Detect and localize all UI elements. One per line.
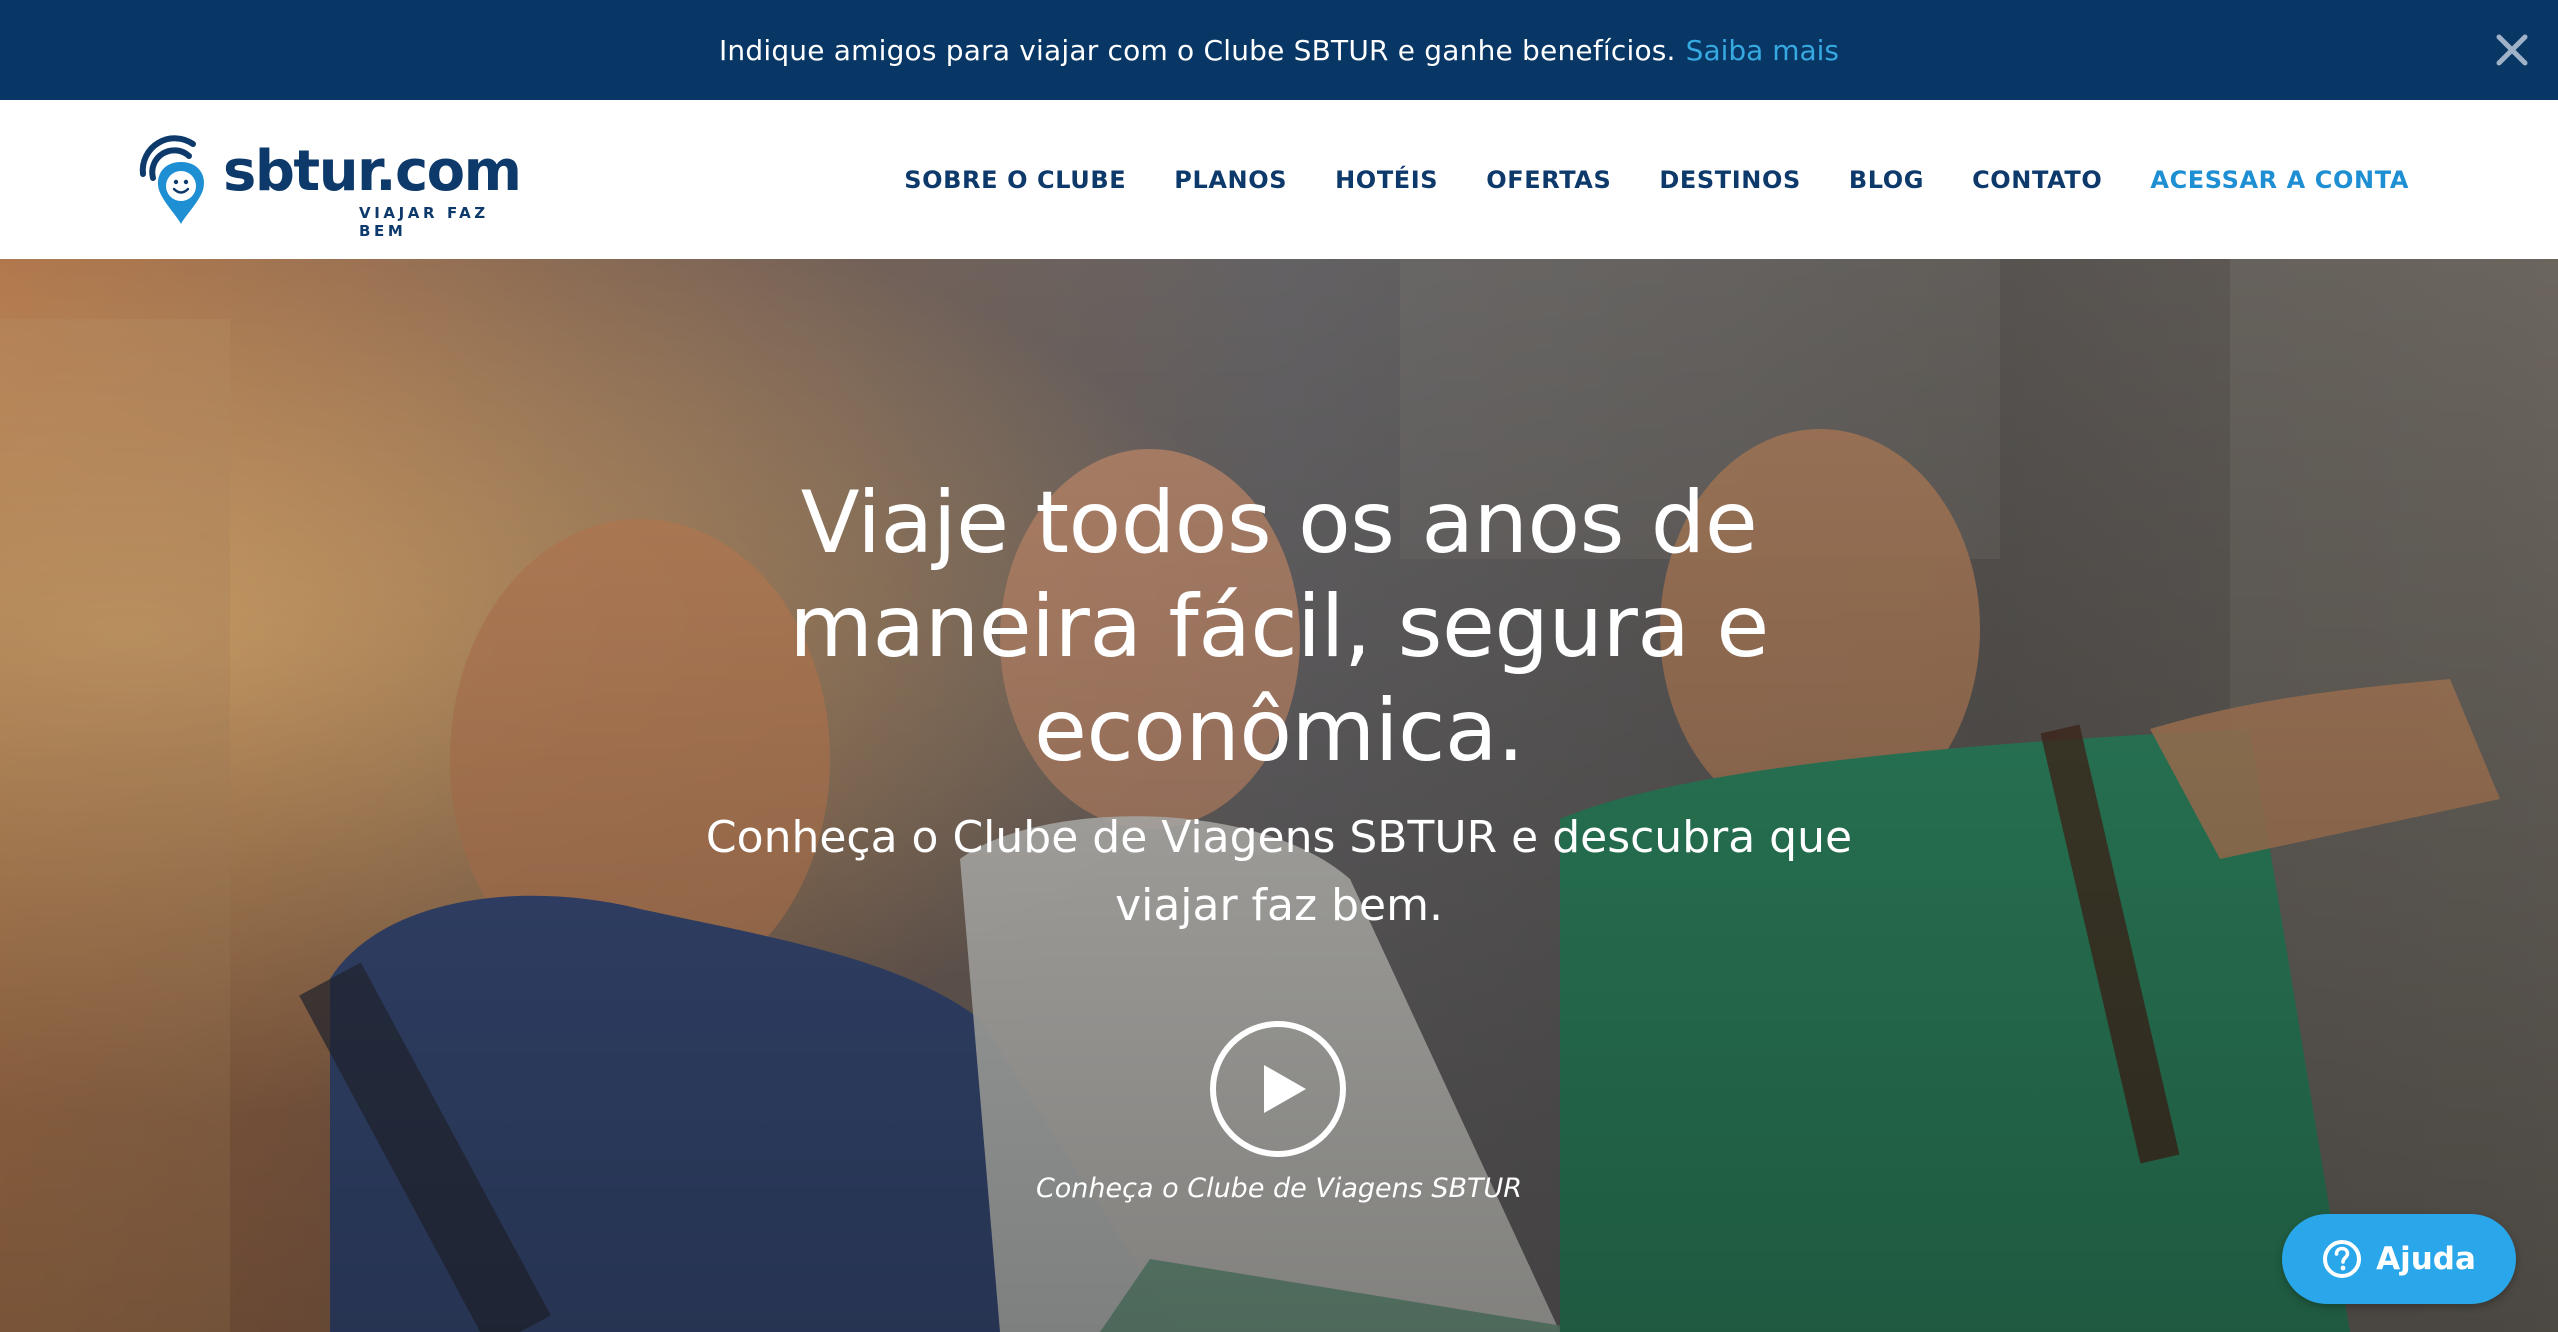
hero-title-line: Viaje todos os anos de — [800, 473, 1758, 573]
promo-close-button[interactable] — [2484, 22, 2540, 78]
nav-item-destinos[interactable]: DESTINOS — [1659, 166, 1800, 194]
question-icon — [2323, 1240, 2362, 1278]
main-nav: SOBRE O CLUBE PLANOS HOTÉIS OFERTAS DEST… — [856, 100, 2409, 259]
location-pin-smile-icon — [139, 135, 205, 224]
promo-banner: Indique amigos para viajar com o Clube S… — [0, 0, 2558, 100]
hero-subtitle: Conheça o Clube de Viagens SBTUR e descu… — [0, 804, 2558, 940]
video-caption: Conheça o Clube de Viagens SBTUR — [1035, 1173, 1523, 1204]
brand-tagline: VIAJAR FAZ BEM — [359, 204, 489, 240]
promo-text: Indique amigos para viajar com o Clube S… — [718, 33, 1676, 67]
hero-title-line: maneira fácil, segura e — [789, 577, 1769, 677]
play-video-button[interactable] — [1208, 1019, 1348, 1159]
help-label: Ajuda — [2376, 1241, 2476, 1277]
help-button[interactable]: Ajuda — [2282, 1214, 2516, 1304]
nav-item-blog[interactable]: BLOG — [1849, 166, 1924, 194]
close-icon — [2496, 34, 2528, 66]
sbtur-logo[interactable]: sbtur.com VIAJAR FAZ BEM — [133, 134, 533, 240]
play-icon — [1210, 1021, 1346, 1157]
hero-title-line: econômica. — [1034, 681, 1524, 781]
nav-item-planos[interactable]: PLANOS — [1174, 166, 1287, 194]
nav-item-sobre-o-clube[interactable]: SOBRE O CLUBE — [904, 166, 1126, 194]
promo-learn-more-link[interactable]: Saiba mais — [1686, 34, 1839, 67]
site-header: sbtur.com VIAJAR FAZ BEM SOBRE O CLUBE P… — [0, 100, 2558, 259]
hero-background-photo — [0, 259, 2558, 1332]
hero-title: Viaje todos os anos de maneira fácil, se… — [0, 471, 2558, 783]
brand-name: sbtur.com — [223, 139, 522, 204]
hero-section: Viaje todos os anos de maneira fácil, se… — [0, 259, 2558, 1332]
nav-item-hoteis[interactable]: HOTÉIS — [1335, 166, 1438, 194]
nav-item-contato[interactable]: CONTATO — [1972, 166, 2102, 194]
nav-item-ofertas[interactable]: OFERTAS — [1486, 166, 1611, 194]
hero-subtitle-line: viajar faz bem. — [1115, 880, 1443, 931]
hero-subtitle-line: Conheça o Clube de Viagens SBTUR e descu… — [705, 812, 1853, 863]
nav-item-acessar-a-conta[interactable]: ACESSAR A CONTA — [2150, 166, 2409, 194]
